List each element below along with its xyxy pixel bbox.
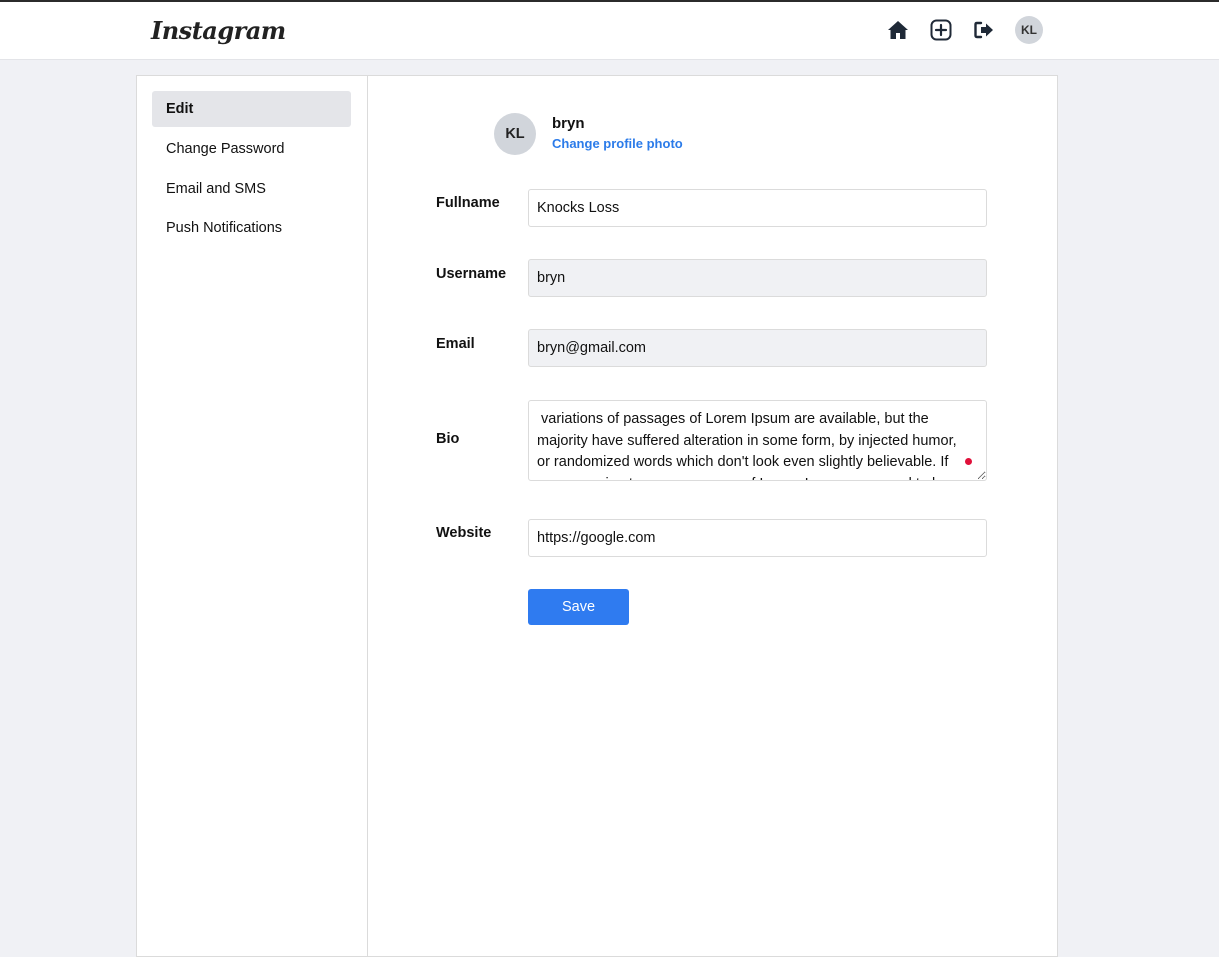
bio-label: Bio <box>436 431 460 447</box>
change-profile-photo-link[interactable]: Change profile photo <box>552 136 683 151</box>
email-input <box>528 329 987 367</box>
sidebar-item-push-notifications[interactable]: Push Notifications <box>152 210 351 246</box>
instagram-logo[interactable]: Instagram <box>151 16 286 45</box>
email-label: Email <box>436 336 475 352</box>
sidebar-item-change-password[interactable]: Change Password <box>152 131 351 167</box>
sidebar-item-email-sms[interactable]: Email and SMS <box>152 171 351 207</box>
profile-username: bryn <box>552 115 585 132</box>
logout-icon[interactable] <box>972 18 996 42</box>
bio-textarea[interactable]: variations of passages of Lorem Ipsum ar… <box>528 400 987 481</box>
profile-avatar: KL <box>494 113 536 155</box>
fullname-input[interactable] <box>528 189 987 227</box>
website-input[interactable] <box>528 519 987 557</box>
settings-card: Edit Change Password Email and SMS Push … <box>136 75 1058 957</box>
sidebar-item-edit[interactable]: Edit <box>152 91 351 127</box>
edit-profile-form: KL bryn Change profile photo Fullname Us… <box>368 76 1057 956</box>
settings-sidebar: Edit Change Password Email and SMS Push … <box>137 76 368 956</box>
top-navbar: Instagram KL <box>0 2 1219 60</box>
website-label: Website <box>436 525 492 541</box>
bio-indicator-dot <box>965 458 972 465</box>
nav-icons: KL <box>886 16 1043 44</box>
add-post-icon[interactable] <box>929 18 953 42</box>
home-icon[interactable] <box>886 18 910 42</box>
user-avatar[interactable]: KL <box>1015 16 1043 44</box>
save-button[interactable]: Save <box>528 589 629 625</box>
fullname-label: Fullname <box>436 195 500 211</box>
username-label: Username <box>436 266 507 282</box>
username-input <box>528 259 987 297</box>
